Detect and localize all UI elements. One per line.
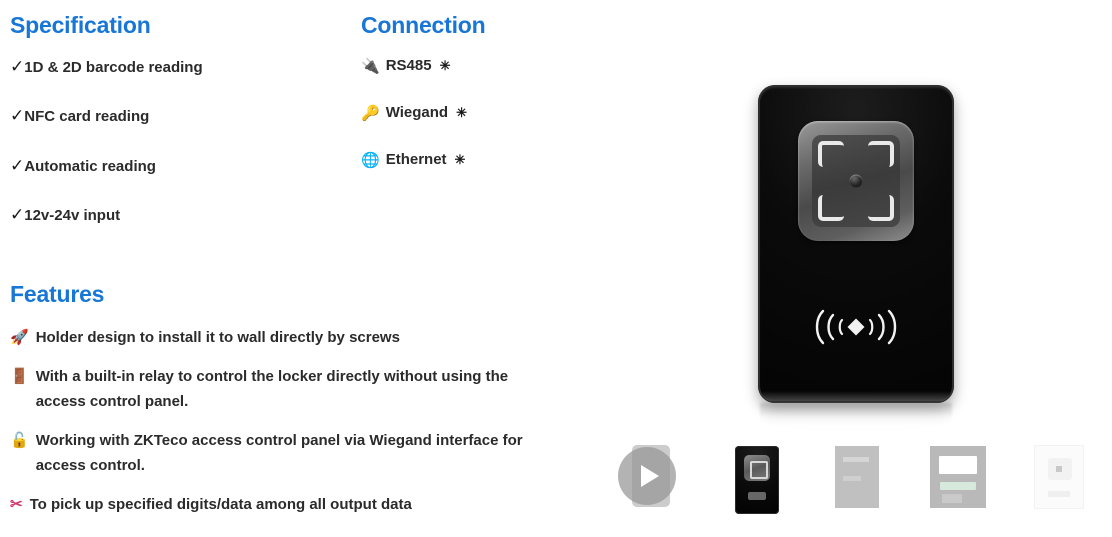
feature-item-text: To pick up specified digits/data among a…	[29, 496, 412, 514]
specification-item-label: Automatic reading	[24, 157, 156, 175]
thumbnail-1-image	[734, 446, 779, 514]
product-gallery-panel	[600, 0, 1112, 537]
thumbnail-2[interactable]	[810, 437, 906, 517]
connection-item: 🔌 RS485 ✳	[361, 57, 581, 75]
eight-pointed-star-icon: ✳	[439, 58, 451, 74]
thumbnail-video[interactable]	[608, 437, 704, 517]
thumbnail-2-detail-mid	[843, 476, 862, 481]
thumbnail-2-image	[835, 446, 880, 508]
thumbnail-strip	[608, 437, 1112, 532]
scanner-window-inner	[812, 135, 900, 227]
check-icon: ✓	[10, 106, 25, 126]
specification-item-label: NFC card reading	[24, 108, 150, 126]
unlock-icon: 🔓	[10, 432, 29, 450]
thumbnail-4-label	[1048, 491, 1071, 497]
specification-item: ✓NFC card reading	[10, 106, 350, 126]
plug-icon: 🔌	[361, 57, 380, 75]
specification-item: ✓1D & 2D barcode reading	[10, 57, 350, 77]
connection-section: Connection 🔌 RS485 ✳ 🔑 Wiegand ✳ 🌐 Ether…	[361, 12, 581, 198]
features-section: Features 🚀 Holder design to install it t…	[10, 281, 570, 531]
scanner-corner-top-right-icon	[868, 141, 894, 167]
play-icon[interactable]	[618, 447, 676, 505]
check-icon: ✓	[10, 205, 25, 225]
features-heading: Features	[10, 281, 105, 307]
connection-heading: Connection	[361, 12, 486, 38]
thumbnail-3-detail-green	[940, 482, 977, 490]
connection-item-label: Wiegand	[385, 104, 449, 121]
eight-pointed-star-icon: ✳	[456, 105, 467, 121]
check-icon: ✓	[10, 57, 25, 76]
feature-item-text: Working with ZKTeco access control panel…	[35, 432, 523, 475]
thumbnail-1[interactable]	[709, 437, 805, 517]
thumbnail-3[interactable]	[910, 437, 1006, 517]
connection-item: 🌐 Ethernet ✳	[361, 151, 581, 169]
camera-lens-icon	[849, 174, 863, 188]
door-icon: 🚪	[10, 368, 29, 386]
eight-pointed-star-icon: ✳	[454, 152, 466, 168]
specification-item: ✓Automatic reading	[10, 156, 350, 176]
scanner-window	[798, 121, 914, 241]
specification-heading: Specification	[10, 12, 151, 38]
scanner-corner-bottom-right-icon	[868, 195, 894, 221]
specification-item-label: 12v-24v input	[24, 207, 121, 225]
specification-item: ✓12v-24v input	[10, 205, 350, 225]
connection-item-label: Ethernet	[385, 151, 447, 168]
thumbnail-2-detail-top	[843, 457, 870, 462]
thumbnail-3-image	[930, 446, 987, 508]
nfc-symbol-icon	[813, 307, 899, 347]
thumbnail-4-lens	[1056, 466, 1063, 472]
thumbnail-scanner-window-icon	[743, 455, 770, 481]
rocket-icon: 🚀	[10, 329, 29, 346]
thumbnail-nfc-icon	[747, 492, 766, 500]
thumbnail-4-image	[1034, 445, 1085, 509]
specification-item-label: 1D & 2D barcode reading	[24, 59, 203, 76]
thumbnail-3-detail-white	[939, 456, 978, 474]
key-icon: 🔑	[361, 104, 380, 122]
scanner-corner-bottom-left-icon	[818, 195, 844, 221]
connection-item-label: RS485	[385, 57, 432, 74]
product-hero-image[interactable]	[600, 0, 1112, 432]
globe-icon: 🌐	[361, 151, 380, 169]
feature-item: ✂ To pick up specified digits/data among…	[10, 492, 555, 517]
product-reflection	[760, 403, 952, 429]
feature-item-text: Holder design to install it to wall dire…	[35, 329, 400, 346]
specification-section: Specification ✓1D & 2D barcode reading ✓…	[10, 12, 350, 255]
feature-item-text: With a built-in relay to control the loc…	[35, 368, 509, 411]
connection-item: 🔑 Wiegand ✳	[361, 104, 581, 122]
check-icon: ✓	[10, 155, 25, 175]
feature-item: 🚀 Holder design to install it to wall di…	[10, 325, 555, 350]
thumbnail-4[interactable]	[1011, 437, 1107, 517]
scissors-icon: ✂	[10, 496, 23, 514]
product-info-panel: Specification ✓1D & 2D barcode reading ✓…	[0, 0, 600, 537]
play-triangle-icon	[640, 465, 659, 487]
product-device-body	[758, 85, 954, 403]
feature-item: 🚪 With a built-in relay to control the l…	[10, 364, 555, 414]
scanner-corner-top-left-icon	[818, 141, 844, 167]
feature-item: 🔓 Working with ZKTeco access control pan…	[10, 428, 555, 478]
thumbnail-3-detail-small	[942, 494, 963, 503]
